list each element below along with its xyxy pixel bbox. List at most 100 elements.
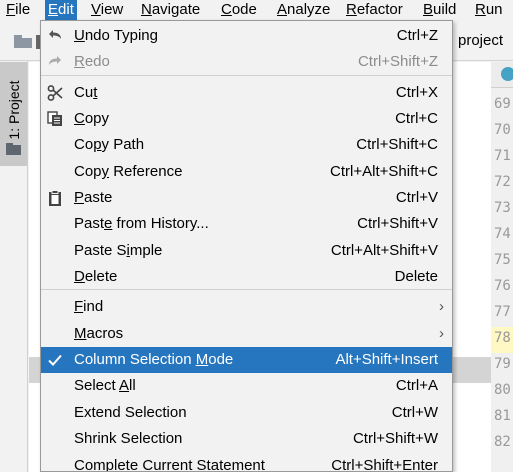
menu-label-rest: avigate	[151, 1, 201, 18]
menu-label-rest: ile	[15, 1, 31, 18]
label-text: y Path	[101, 136, 145, 153]
menu-item-column-selection-mode[interactable]: Column Selection Mode Alt+Shift+Insert	[41, 347, 452, 373]
menu-mnemonic: R	[346, 1, 357, 18]
label-mnemonic: t	[93, 84, 98, 101]
project-tab-label: 1: Project	[6, 80, 22, 140]
label-text: Select	[74, 377, 120, 394]
menu-item-extend-selection[interactable]: Extend Selection Ctrl+W	[41, 400, 452, 426]
label-text: elete	[84, 268, 118, 285]
menu-item-label: Paste from History...	[74, 211, 209, 237]
menu-item-copy-path[interactable]: Copy Path Ctrl+Shift+C	[41, 132, 452, 158]
menu-item-undo-typing[interactable]: Undo Typing Ctrl+Z	[41, 23, 452, 49]
project-folder-icon	[6, 143, 21, 155]
menu-file[interactable]: File	[3, 0, 33, 20]
label-mnemonic: P	[74, 189, 85, 206]
line-number: 76	[494, 278, 511, 294]
label-text: Cop	[74, 163, 102, 180]
menu-item-shortcut: Delete	[394, 268, 438, 285]
cut-icon	[46, 84, 64, 102]
label-text: opy	[84, 110, 110, 127]
label-text: Extend Selection	[74, 404, 187, 421]
menu-bar: File Edit View Navigate Code Analyze Refactor B…	[0, 0, 513, 20]
menu-mnemonic: N	[141, 1, 152, 18]
menu-item-label: Select All	[74, 373, 136, 399]
menu-item-label: Complete Current Statement	[74, 453, 265, 472]
menu-item-shortcut: Ctrl+Shift+C	[356, 136, 438, 153]
menu-refactor[interactable]: Refactor	[343, 0, 406, 20]
menu-item-label: Shrink Selection	[74, 426, 182, 452]
menu-edit[interactable]: Edit	[45, 0, 77, 20]
menu-item-shortcut: Alt+Shift+Insert	[335, 351, 438, 368]
menu-item-label: Macros	[74, 321, 123, 347]
label-text: Past	[74, 215, 105, 232]
menu-item-paste[interactable]: Paste Ctrl+V	[41, 185, 452, 211]
label-text: Cu	[74, 84, 94, 101]
menu-item-shortcut: Ctrl+W	[391, 404, 438, 421]
label-mnemonic: A	[119, 377, 130, 394]
submenu-arrow-icon: ›	[439, 298, 444, 315]
line-number: 80	[494, 382, 511, 398]
menu-label-rest: uild	[433, 1, 457, 18]
menu-item-copy[interactable]: Copy Ctrl+C	[41, 106, 452, 132]
menu-view[interactable]: View	[88, 0, 126, 20]
edit-menu-dropdown: Undo Typing Ctrl+Z Redo Ctrl+Shift+Z Cut Ctrl…	[40, 20, 453, 472]
line-number: 78	[494, 330, 511, 346]
menu-item-label: Cut	[74, 80, 97, 106]
menu-label-rest: efactor	[356, 1, 403, 18]
menu-item-paste-from-history[interactable]: Paste from History... Ctrl+Shift+V	[41, 211, 452, 237]
menu-build[interactable]: Build	[420, 0, 459, 20]
menu-mnemonic: B	[423, 1, 434, 18]
label-text: ind	[83, 298, 104, 315]
menu-item-delete[interactable]: Delete Delete	[41, 264, 452, 290]
menu-item-complete-current-statement[interactable]: Complete Current Statement Ctrl+Shift+Ent…	[41, 453, 452, 472]
label-text: ndo Typing	[84, 27, 158, 44]
label-text: aste	[84, 189, 113, 206]
line-number: 81	[494, 408, 511, 424]
menu-item-shortcut: Ctrl+Alt+Shift+V	[330, 242, 438, 259]
menu-run[interactable]: Run	[472, 0, 506, 20]
menu-item-label: Paste Simple	[74, 238, 162, 264]
menu-item-shortcut: Ctrl+Shift+V	[357, 215, 438, 232]
label-mnemonic: R	[74, 53, 85, 70]
label-mnemonic: M	[74, 325, 87, 342]
label-mnemonic: M	[195, 351, 209, 368]
label-mnemonic: D	[74, 268, 85, 285]
label-text: Paste S	[74, 242, 127, 259]
copy-icon	[46, 110, 64, 128]
label-text: from History...	[112, 215, 209, 232]
menu-code[interactable]: Code	[218, 0, 260, 20]
menu-item-paste-simple[interactable]: Paste Simple Ctrl+Alt+Shift+V	[41, 238, 452, 264]
menu-mnemonic: E	[48, 1, 59, 18]
menu-label-rest: dit	[58, 1, 74, 18]
menu-item-select-all[interactable]: Select All Ctrl+A	[41, 373, 452, 399]
menu-item-shortcut: Ctrl+Shift+W	[352, 430, 438, 447]
file-type-icon[interactable]	[501, 67, 513, 81]
menu-item-label: Extend Selection	[74, 400, 187, 426]
menu-analyze[interactable]: Analyze	[274, 0, 333, 20]
menu-item-cut[interactable]: Cut Ctrl+X	[41, 80, 452, 106]
menu-item-label: Copy Path	[74, 132, 144, 158]
menu-label-rest: iew	[100, 1, 124, 18]
menu-label-rest: ode	[231, 1, 257, 18]
label-text: Reference	[109, 163, 183, 180]
menu-item-label: Redo	[74, 49, 110, 75]
label-text: mple	[129, 242, 163, 259]
menu-item-shortcut: Ctrl+Shift+Z	[357, 53, 438, 70]
menu-item-find[interactable]: Find ›	[41, 294, 452, 320]
label-text: ll	[129, 377, 136, 394]
menu-item-redo[interactable]: Redo Ctrl+Shift+Z	[41, 49, 452, 75]
nav-project-label[interactable]: project	[458, 32, 503, 49]
menu-item-shrink-selection[interactable]: Shrink Selection Ctrl+Shift+W	[41, 426, 452, 452]
menu-item-shortcut: Ctrl+C	[395, 110, 438, 127]
label-text: Complete Current Statement	[74, 457, 265, 472]
label-text: acros	[86, 325, 124, 342]
menu-item-macros[interactable]: Macros ›	[41, 321, 452, 347]
menu-mnemonic: C	[221, 1, 232, 18]
menu-item-shortcut: Ctrl+X	[395, 84, 438, 101]
menu-item-shortcut: Ctrl+V	[395, 189, 438, 206]
menu-item-shortcut: Ctrl+Alt+Shift+C	[330, 163, 438, 180]
menu-navigate[interactable]: Navigate	[138, 0, 203, 20]
label-mnemonic: p	[93, 136, 102, 153]
menu-item-copy-reference[interactable]: Copy Reference Ctrl+Alt+Shift+C	[41, 159, 452, 185]
menu-mnemonic: V	[91, 1, 101, 18]
